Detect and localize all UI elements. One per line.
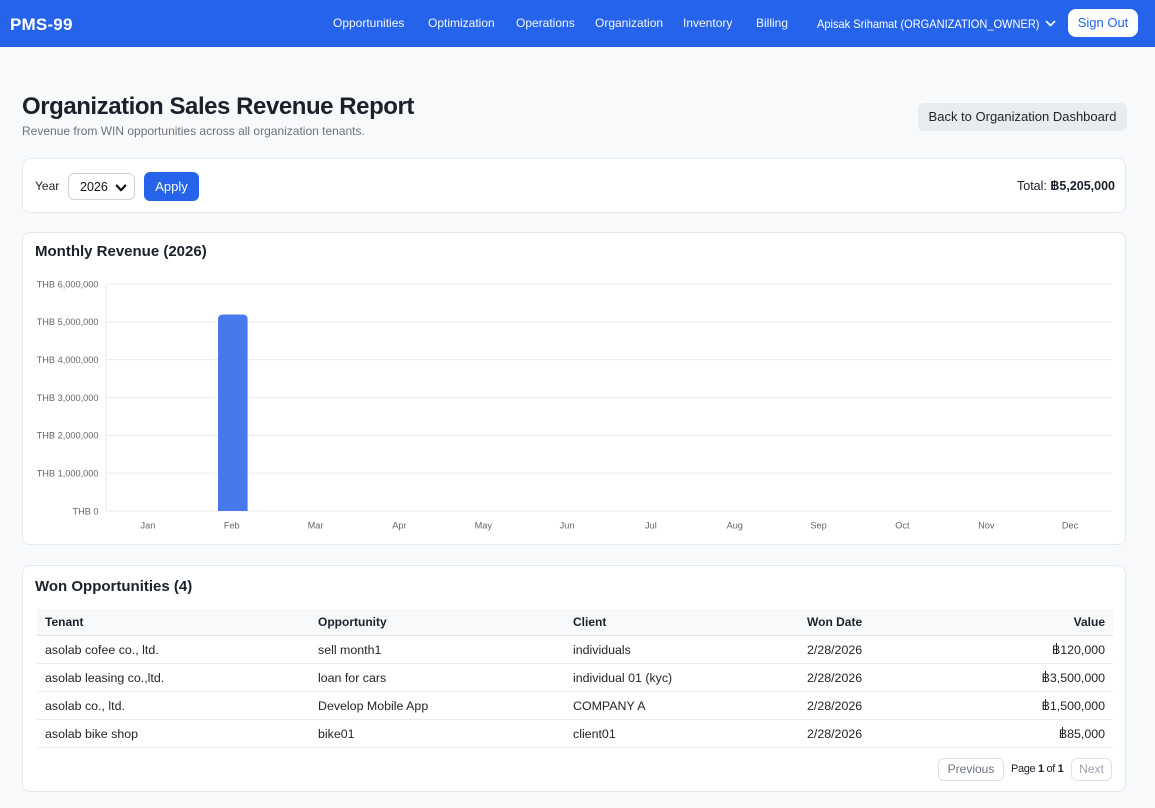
svg-text:Jun: Jun bbox=[560, 521, 575, 531]
svg-text:Oct: Oct bbox=[895, 521, 910, 531]
svg-text:Feb: Feb bbox=[224, 521, 240, 531]
svg-text:Nov: Nov bbox=[978, 521, 995, 531]
svg-text:Aug: Aug bbox=[727, 521, 743, 531]
svg-text:THB 0: THB 0 bbox=[72, 506, 98, 516]
svg-text:May: May bbox=[475, 521, 493, 531]
svg-text:THB 2,000,000: THB 2,000,000 bbox=[37, 431, 99, 441]
svg-text:Mar: Mar bbox=[308, 521, 324, 531]
svg-text:THB 3,000,000: THB 3,000,000 bbox=[37, 393, 99, 403]
svg-text:Jul: Jul bbox=[645, 521, 657, 531]
svg-text:THB 6,000,000: THB 6,000,000 bbox=[37, 279, 99, 289]
svg-text:Dec: Dec bbox=[1062, 521, 1079, 531]
svg-text:THB 4,000,000: THB 4,000,000 bbox=[37, 355, 99, 365]
svg-text:Jan: Jan bbox=[141, 521, 156, 531]
svg-text:THB 5,000,000: THB 5,000,000 bbox=[37, 317, 99, 327]
svg-text:Apr: Apr bbox=[392, 521, 406, 531]
svg-text:THB 1,000,000: THB 1,000,000 bbox=[37, 468, 99, 478]
svg-text:Sep: Sep bbox=[810, 521, 826, 531]
